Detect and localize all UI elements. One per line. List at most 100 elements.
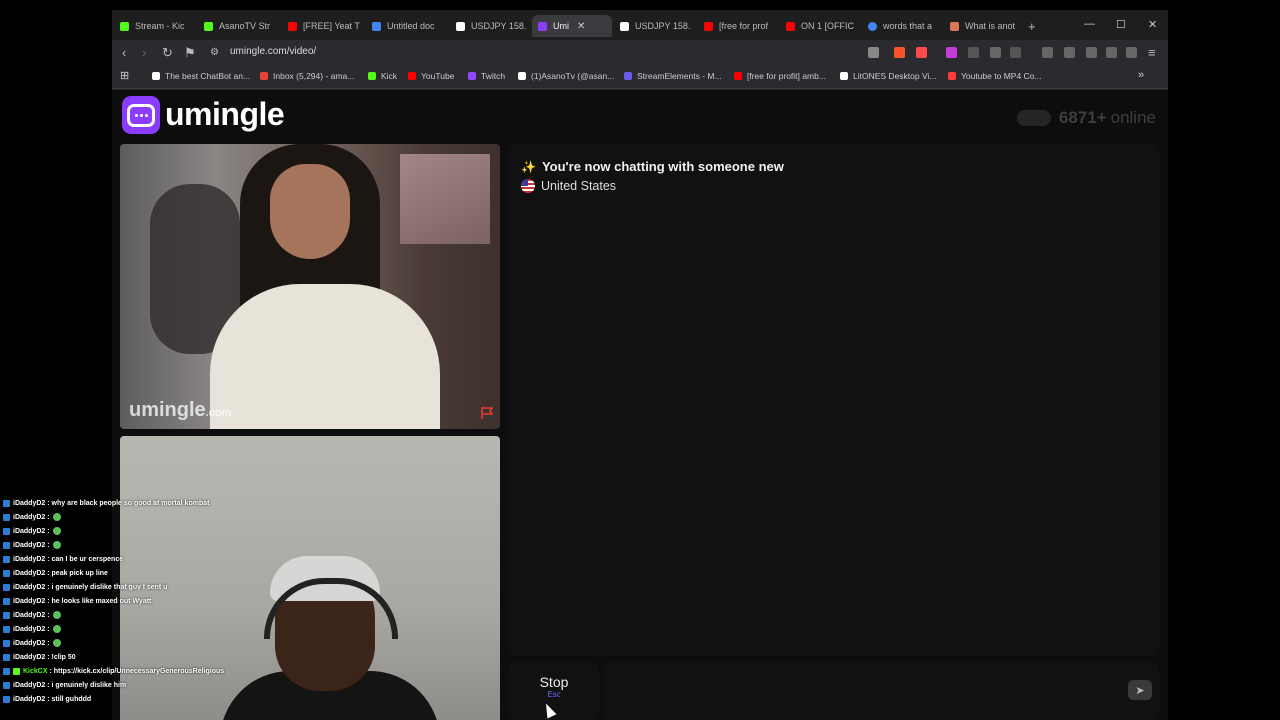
chat-badge-icon: [3, 583, 10, 591]
chat-text: : peak pick up line: [47, 569, 108, 577]
bookmark-2[interactable]: Kick: [368, 71, 397, 81]
online-count: 6871+: [1058, 108, 1107, 127]
leo-ai-icon[interactable]: [1106, 47, 1117, 58]
tab-label: [FREE] Yeat T: [303, 21, 360, 31]
umingle-logo-icon[interactable]: [122, 96, 160, 134]
google-icon: [868, 21, 877, 31]
chat-message: iDaddyD2 :: [0, 524, 240, 538]
menu-icon[interactable]: ≡: [1148, 45, 1156, 60]
country-label: United States: [541, 179, 617, 193]
chat-text: : he looks like maxed out Wyatt: [47, 597, 152, 605]
theme-toggle[interactable]: [1016, 110, 1051, 126]
extension-icon[interactable]: [946, 47, 957, 58]
bookmark-7[interactable]: [free for profit] amb...: [734, 71, 826, 81]
stranger-video: umingle.com: [120, 144, 500, 429]
extension-icon[interactable]: [968, 47, 979, 58]
kick-icon: [204, 21, 213, 31]
maximize-icon[interactable]: ☐: [1116, 18, 1126, 31]
tab-0[interactable]: Stream - Kic: [120, 15, 196, 37]
wallet-icon[interactable]: [1086, 47, 1097, 58]
reload-icon[interactable]: ↻: [162, 45, 173, 61]
send-icon[interactable]: ➤: [1128, 680, 1152, 700]
bookmark-5[interactable]: (1)AsanoTv (@asan...: [518, 71, 614, 81]
forward-icon[interactable]: ›: [142, 45, 146, 60]
us-flag-icon: [521, 179, 535, 193]
tab-3[interactable]: Untitled doc: [372, 15, 448, 37]
message-input[interactable]: [604, 662, 1159, 720]
share-icon[interactable]: [868, 47, 879, 58]
vpn-icon[interactable]: [1126, 47, 1137, 58]
bookmark-3[interactable]: YouTube: [408, 71, 454, 81]
bookmark-1[interactable]: Inbox (5,294) - ama...: [260, 71, 354, 81]
bookmark-6[interactable]: StreamElements - M...: [624, 71, 722, 81]
brave-shield-icon[interactable]: [894, 47, 905, 58]
tab-label: USDJPY 158.: [471, 21, 527, 31]
docs-icon: [372, 21, 381, 31]
chat-message: iDaddyD2 : i genuinely dislike that guy …: [0, 580, 240, 594]
chat-badge-icon: [3, 513, 10, 521]
extensions-puzzle-icon[interactable]: [990, 47, 1001, 58]
online-counter: 6871+ online: [1016, 108, 1156, 128]
chat-message: iDaddyD2 : why are black people so good …: [0, 496, 240, 510]
address-bar[interactable]: umingle.com/video/: [230, 46, 316, 57]
chat-text: : https://kick.cx/clip/UnnecessaryGenero…: [49, 667, 225, 675]
tab-5-active[interactable]: Umi ✕: [532, 15, 612, 37]
tab-2[interactable]: [FREE] Yeat T: [288, 15, 364, 37]
video-watermark: umingle.com: [129, 399, 231, 422]
emote-icon: [52, 611, 61, 619]
tab-9[interactable]: words that a: [868, 15, 944, 37]
bookmark-8[interactable]: LitONES Desktop Vi...: [840, 71, 936, 81]
close-window-icon[interactable]: ✕: [1148, 18, 1157, 31]
emote-icon: [52, 513, 61, 521]
status-message: You're now chatting with someone new: [541, 159, 784, 174]
watermark-text: umingle: [129, 399, 206, 421]
brave-rewards-icon[interactable]: [916, 47, 927, 58]
bookmark-label: YouTube: [421, 71, 455, 81]
bookmark-label: StreamElements - M...: [637, 71, 722, 81]
sidebar-icon[interactable]: [1064, 47, 1075, 58]
tab-6[interactable]: USDJPY 158.: [620, 15, 696, 37]
back-icon[interactable]: ‹: [122, 45, 126, 60]
chat-message: iDaddyD2 :: [0, 510, 240, 524]
tradingview-icon: [620, 21, 629, 31]
chat-badge-icon: [13, 667, 20, 675]
chat-text: : still guhddd: [47, 695, 92, 703]
emote-icon: [52, 527, 61, 535]
bookmark-9[interactable]: Youtube to MP4 Co...: [948, 71, 1042, 81]
bookmark-4[interactable]: Twitch: [468, 71, 505, 81]
umingle-page: umingle 6871+ online umingle.com ✨ You're…: [112, 90, 1168, 720]
apps-grid-icon[interactable]: ⊞: [120, 69, 129, 82]
bookmark-0[interactable]: The best ChatBot an...: [152, 71, 250, 81]
youtube-icon: [288, 21, 297, 31]
chat-badge-icon: [3, 541, 10, 549]
converter-icon: [948, 72, 956, 80]
litones-icon: [840, 72, 848, 80]
tab-10[interactable]: What is anot: [950, 15, 1026, 37]
stranger-figure: [270, 164, 350, 259]
site-info-icon[interactable]: ⚙: [210, 47, 219, 58]
extension-icon[interactable]: [1010, 47, 1021, 58]
tab-1[interactable]: AsanoTV Str: [204, 15, 280, 37]
close-tab-icon[interactable]: ✕: [577, 21, 585, 32]
chat-badge-icon: [3, 527, 10, 535]
tab-8[interactable]: ON 1 [OFFIC: [786, 15, 862, 37]
emote-icon: [52, 639, 61, 647]
chat-user: iDaddyD2: [13, 541, 46, 549]
umingle-icon: [538, 21, 547, 31]
more-bookmarks-icon[interactable]: »: [1138, 69, 1144, 81]
bookmark-icon[interactable]: ⚑: [184, 45, 196, 61]
minimize-icon[interactable]: —: [1084, 18, 1095, 30]
tab-4[interactable]: USDJPY 158.: [456, 15, 532, 37]
sparkle-icon: ✨: [521, 160, 536, 174]
report-flag-icon[interactable]: [480, 406, 494, 420]
chat-text: : can I be ur cerspence: [47, 555, 124, 563]
chat-badge-icon: [3, 499, 10, 507]
media-icon[interactable]: [1042, 47, 1053, 58]
browser-window: Stream - Kic AsanoTV Str [FREE] Yeat T U…: [112, 10, 1168, 720]
chat-message: iDaddyD2 :: [0, 538, 240, 552]
chat-user: iDaddyD2: [13, 569, 46, 577]
brand-name[interactable]: umingle: [165, 96, 285, 133]
new-tab-icon[interactable]: +: [1028, 19, 1036, 34]
tab-7[interactable]: [free for prof: [704, 15, 780, 37]
chat-text: :: [47, 611, 50, 619]
